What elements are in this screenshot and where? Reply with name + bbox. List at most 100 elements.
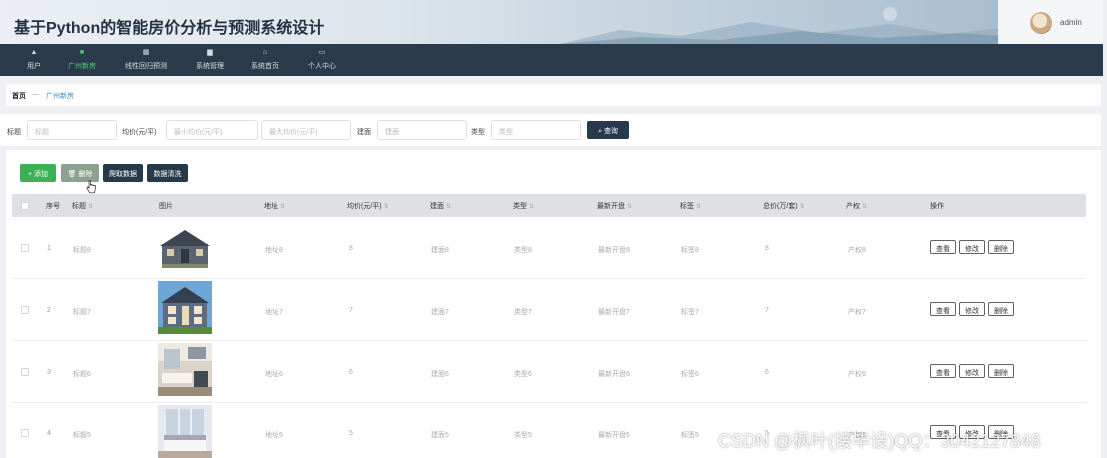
delete-button[interactable]: 删除 xyxy=(988,302,1014,316)
select-all-checkbox[interactable] xyxy=(21,202,29,210)
row-avg-price: 7 xyxy=(349,307,353,314)
row-latest-open: 最新开盘5 xyxy=(598,432,630,439)
price-filter-label: 均价(元/平) xyxy=(122,129,157,136)
row-area: 建面6 xyxy=(431,371,449,378)
col-address[interactable]: 地址 ⇅ xyxy=(264,201,285,211)
nav-item-system-admin[interactable]: ▆ 系统管理 xyxy=(190,47,230,73)
breadcrumb: 首页 — 广州新房 xyxy=(6,84,1101,106)
row-total-price: 7 xyxy=(765,307,769,314)
col-property-right-label: 产权 xyxy=(846,203,860,210)
row-index: 2 xyxy=(47,307,51,314)
delete-button[interactable]: 删除 xyxy=(988,240,1014,254)
building-filter-input[interactable]: 建面 xyxy=(377,120,467,140)
title-filter-input[interactable]: 标题 xyxy=(27,120,117,140)
row-tags: 标签5 xyxy=(681,432,699,439)
row-avg-price: 5 xyxy=(349,430,353,437)
row-checkbox[interactable] xyxy=(21,306,29,314)
row-title: 标题6 xyxy=(73,371,91,378)
row-address: 地址8 xyxy=(265,247,283,254)
row-total-price: 8 xyxy=(765,245,769,252)
nav-label: 个人中心 xyxy=(308,63,336,70)
type-filter-input[interactable]: 类型 xyxy=(491,120,581,140)
sort-icon[interactable]: ⇅ xyxy=(446,204,451,210)
row-total-price: 6 xyxy=(765,369,769,376)
list-icon: ■ xyxy=(79,49,85,56)
query-button[interactable]: ⌕ 查询 xyxy=(587,121,629,139)
row-property-right: 产权6 xyxy=(848,371,866,378)
sort-icon[interactable]: ⇅ xyxy=(800,204,805,210)
row-area: 建面7 xyxy=(431,309,449,316)
type-filter-label: 类型 xyxy=(471,129,485,136)
nav-label: 广州新房 xyxy=(68,63,96,70)
row-address: 地址5 xyxy=(265,432,283,439)
breadcrumb-home[interactable]: 首页 xyxy=(12,91,26,101)
col-address-label: 地址 xyxy=(264,203,278,210)
crawl-data-button[interactable]: 爬取数据 xyxy=(103,164,143,182)
sort-icon[interactable]: ⇅ xyxy=(280,204,285,210)
row-checkbox[interactable] xyxy=(21,368,29,376)
house-thumbnail xyxy=(158,281,212,334)
add-button[interactable]: + 添加 xyxy=(20,164,56,182)
row-title: 标题8 xyxy=(73,247,91,254)
hand-cursor-icon xyxy=(86,180,96,194)
col-latest-open-label: 最新开盘 xyxy=(597,203,625,210)
col-type[interactable]: 类型 ⇅ xyxy=(513,201,534,211)
col-index: 序号 xyxy=(46,203,60,210)
row-avg-price: 6 xyxy=(349,369,353,376)
username[interactable]: admin xyxy=(1060,18,1082,27)
sort-icon[interactable]: ⇅ xyxy=(627,204,632,210)
col-avg-price-label: 均价(元/平) xyxy=(347,203,382,210)
col-avg-price[interactable]: 均价(元/平) ⇅ xyxy=(347,201,389,211)
col-total-price[interactable]: 总价(万/套) ⇅ xyxy=(763,201,805,211)
nav-item-users[interactable]: ▲ 用户 xyxy=(22,47,46,73)
view-button[interactable]: 查看 xyxy=(930,240,956,254)
edit-button[interactable]: 修改 xyxy=(959,302,985,316)
trash-icon: 🗑 xyxy=(67,171,77,178)
max-price-input[interactable]: 最大均价(元/平) xyxy=(261,120,351,140)
batch-delete-label: 删除 xyxy=(78,171,93,178)
sort-icon[interactable]: ⇅ xyxy=(88,204,93,210)
view-button[interactable]: 查看 xyxy=(930,364,956,378)
row-area: 建面5 xyxy=(431,432,449,439)
plus-icon: + xyxy=(27,171,33,178)
row-latest-open: 最新开盘8 xyxy=(598,247,630,254)
title-filter-label: 标题 xyxy=(7,129,21,136)
col-property-right[interactable]: 产权 ⇅ xyxy=(846,201,867,211)
nav-item-profile[interactable]: ▭ 个人中心 xyxy=(302,47,342,73)
avatar[interactable] xyxy=(1030,12,1052,34)
col-title[interactable]: 标题 ⇅ xyxy=(72,201,93,211)
breadcrumb-separator: — xyxy=(32,91,39,98)
clean-data-button[interactable]: 数据清洗 xyxy=(147,164,188,182)
col-latest-open[interactable]: 最新开盘 ⇅ xyxy=(597,201,632,211)
row-address: 地址6 xyxy=(265,371,283,378)
sort-icon[interactable]: ⇅ xyxy=(862,204,867,210)
row-checkbox[interactable] xyxy=(21,429,29,437)
edit-button[interactable]: 修改 xyxy=(959,240,985,254)
interior-thumbnail xyxy=(158,343,212,396)
nav-item-system-home[interactable]: ⌂ 系统首页 xyxy=(245,47,285,73)
edit-button[interactable]: 修改 xyxy=(959,364,985,378)
row-avg-price: 8 xyxy=(349,245,353,252)
view-button[interactable]: 查看 xyxy=(930,302,956,316)
row-index: 4 xyxy=(47,430,51,437)
row-latest-open: 最新开盘6 xyxy=(598,371,630,378)
folder-icon: ▆ xyxy=(207,49,213,56)
col-area[interactable]: 建面 ⇅ xyxy=(430,201,451,211)
nav-label: 系统管理 xyxy=(196,63,224,70)
sort-icon[interactable]: ⇅ xyxy=(529,204,534,210)
min-price-input[interactable]: 最小均价(元/平) xyxy=(166,120,258,140)
nav-item-linear-regression[interactable]: ▦ 线性回归预测 xyxy=(118,47,174,73)
col-tags-label: 标签 xyxy=(680,203,694,210)
breadcrumb-current: 广州新房 xyxy=(46,93,74,100)
sort-icon[interactable]: ⇅ xyxy=(384,204,389,210)
row-property-right: 产权7 xyxy=(848,309,866,316)
row-index: 1 xyxy=(47,245,51,252)
profile-card-icon: ▭ xyxy=(318,49,326,56)
sort-icon[interactable]: ⇅ xyxy=(696,204,701,210)
delete-button[interactable]: 删除 xyxy=(988,364,1014,378)
row-type: 类型6 xyxy=(514,371,532,378)
col-tags[interactable]: 标签 ⇅ xyxy=(680,201,701,211)
row-checkbox[interactable] xyxy=(21,244,29,252)
row-type: 类型7 xyxy=(514,309,532,316)
nav-item-guangzhou-new-homes[interactable]: ■ 广州新房 xyxy=(62,47,102,73)
